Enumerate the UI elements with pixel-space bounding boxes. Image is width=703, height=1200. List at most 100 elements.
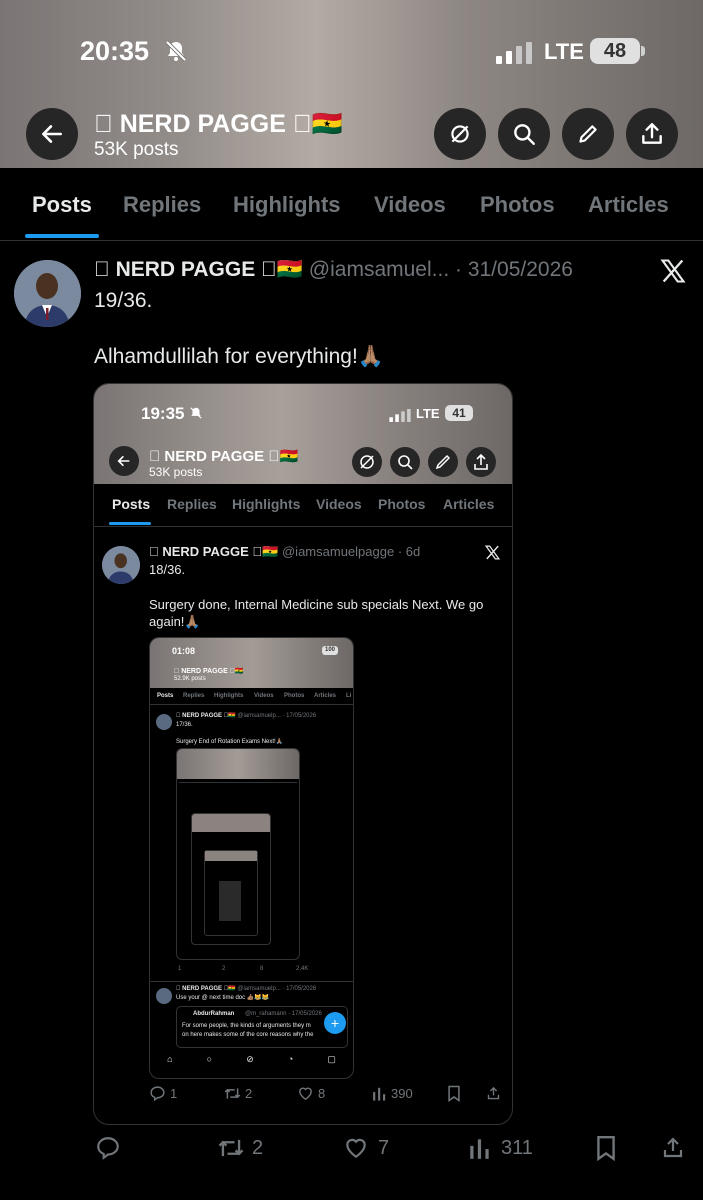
embed-pencil-icon: [428, 447, 458, 477]
embed-tab-articles: Articles: [443, 496, 495, 512]
views-button[interactable]: 311: [469, 1135, 533, 1161]
repost-button[interactable]: 2: [216, 1135, 263, 1161]
embed-grok-icon: [352, 447, 382, 477]
status-bar: 20:35 LTE 48: [0, 36, 703, 72]
arrow-left-icon: [42, 125, 62, 143]
tab-photos[interactable]: Photos: [480, 192, 555, 218]
post-author[interactable]:  NERD PAGGE 🇬🇭: [94, 258, 303, 281]
embed2-bottom-nav: ⌂ ○ ⊘ ◔ ▢: [150, 1046, 353, 1072]
embed-view-count: 390: [391, 1086, 413, 1101]
search-button[interactable]: [498, 108, 550, 160]
embed2-like-count: 8: [260, 966, 264, 972]
embed-bookmark-icon: [448, 1085, 460, 1102]
embed2-post-date: · 17/05/2026: [271, 713, 317, 719]
embed2-notification-icon: ◔: [287, 1054, 294, 1064]
embed-tabs: Posts Replies Highlights Videos Photos A…: [94, 484, 512, 527]
embed-bell-muted-icon: [190, 407, 202, 419]
post-date: · 31/05/2026: [417, 258, 573, 281]
avatar-image: [14, 260, 81, 327]
embed2-post-count: 52.9K posts: [174, 676, 206, 682]
battery-icon: 48: [590, 38, 640, 64]
embed2-tabs: Posts Replies Highlights Videos Photos A…: [150, 690, 353, 705]
embed2-tab-videos: Videos: [254, 693, 274, 699]
embed2-account-name:  NERD PAGGE 🇬🇭: [174, 668, 244, 675]
tab-articles[interactable]: Articles: [588, 192, 669, 218]
share-button[interactable]: [626, 108, 678, 160]
embed2-quote-line-2: on here makes some of the core reasons w…: [182, 1032, 314, 1038]
embed2-quote-line-1: For some people, the kinds of arguments …: [182, 1023, 311, 1029]
embed2-quote-author: AbdurRahman: [193, 1011, 235, 1017]
back-button[interactable]: [26, 108, 78, 160]
profile-tabs: Posts Replies Highlights Videos Photos A…: [0, 170, 703, 241]
embed2-compose-button: +: [324, 1012, 346, 1034]
embed-repost-icon: [224, 1088, 241, 1099]
share-post-icon: [663, 1137, 683, 1158]
embed2-tab-highlights: Highlights: [214, 693, 244, 699]
tab-videos[interactable]: Videos: [374, 192, 446, 218]
status-time: 20:35: [80, 36, 150, 66]
post-text-line-1: 19/36.: [94, 289, 153, 312]
embed2-reply-avatar: [156, 988, 172, 1004]
embed-reply-count: 1: [170, 1086, 178, 1101]
search-icon: [514, 124, 535, 145]
embed-post-line-2: Surgery done, Internal Medicine sub spec…: [149, 597, 484, 612]
embed-post-count: 53K posts: [149, 465, 203, 479]
embed2-search-icon: ○: [206, 1054, 213, 1064]
tab-replies[interactable]: Replies: [123, 192, 201, 218]
embed2-quote-handle: @m_rahamann · 17/05/2026: [245, 1011, 322, 1017]
views-icon: [470, 1139, 489, 1159]
tab-highlights[interactable]: Highlights: [233, 192, 341, 218]
network-label: LTE: [544, 39, 584, 64]
repost-icon: [218, 1139, 244, 1157]
embed2-reply-count: 1: [178, 966, 182, 972]
avatar[interactable]: [14, 260, 81, 327]
embed2-reply-text: Use your @ next time doc 👍🏽😹😹: [176, 995, 270, 1001]
embed-tab-photos: Photos: [378, 496, 426, 512]
embed2-status-time: 01:08: [172, 646, 196, 656]
embed-arrow-left-icon: [117, 455, 130, 467]
like-count: 7: [378, 1136, 390, 1159]
embed-like-count: 8: [318, 1086, 326, 1101]
embed2-quote-card: AbdurRahman @m_rahamann · 17/05/2026 For…: [176, 1006, 348, 1048]
nested-screenshot: [176, 748, 300, 960]
embed-avatar: [102, 546, 140, 584]
bookmark-button[interactable]: [595, 1135, 617, 1161]
embed2-reply-date: · 17/05/2026: [271, 986, 317, 992]
profile-header: 20:35 LTE 48  NERD PAGGE 🇬🇭 53K posts: [0, 0, 703, 168]
embed-media-screenshot: 01:08 100  NERD PAGGE 🇬🇭 52.9K posts P…: [149, 637, 354, 1079]
embed2-home-icon: ⌂: [167, 1054, 173, 1064]
embed-post-date: · 6d: [398, 544, 420, 559]
tab-posts[interactable]: Posts: [32, 192, 92, 218]
embed2-avatar: [156, 714, 172, 730]
reply-button[interactable]: [95, 1135, 127, 1161]
post-media-screenshot[interactable]: 19:35 LTE 41  NERD PAGGE 🇬🇭 53K posts …: [93, 383, 513, 1125]
embed2-tab-replies: Replies: [183, 693, 205, 699]
embed-post-handle: @iamsamuelpagge: [258, 544, 394, 559]
battery-tip: [641, 46, 645, 56]
embed-tab-videos: Videos: [316, 496, 362, 512]
post-handle[interactable]: @iamsamuel...: [309, 258, 449, 281]
embed-tab-posts: Posts: [112, 496, 151, 512]
grok-button[interactable]: [434, 108, 486, 160]
share-post-button[interactable]: [661, 1135, 685, 1161]
embed2-grok-icon: ⊘: [246, 1053, 254, 1064]
embed2-divider: [150, 981, 353, 982]
embed-network: LTE: [416, 406, 440, 421]
embed2-post-handle: @iamsamuelp...: [226, 713, 280, 719]
embed-actions: 1 2 8 390: [94, 1084, 512, 1106]
bell-muted-icon: [165, 40, 187, 62]
reply-icon: [97, 1137, 119, 1160]
embed-status-time: 19:35: [141, 404, 185, 423]
embed2-tab-photos: Photos: [284, 693, 305, 699]
embed-search-icon: [390, 447, 420, 477]
edit-button[interactable]: [562, 108, 614, 160]
like-button[interactable]: 7: [342, 1135, 389, 1161]
view-count: 311: [501, 1136, 533, 1159]
embed-tab-replies: Replies: [167, 496, 217, 512]
embed-like-icon: [299, 1087, 312, 1101]
embed2-actions: 1 2 8 2.4K: [150, 966, 353, 980]
embed-share-icon: [466, 447, 496, 477]
post-count: 53K posts: [94, 139, 179, 160]
embed-post-header:  NERD PAGGE 🇬🇭 @iamsamuelpagge · 6d: [149, 544, 420, 560]
embed-views-icon: [373, 1087, 386, 1101]
